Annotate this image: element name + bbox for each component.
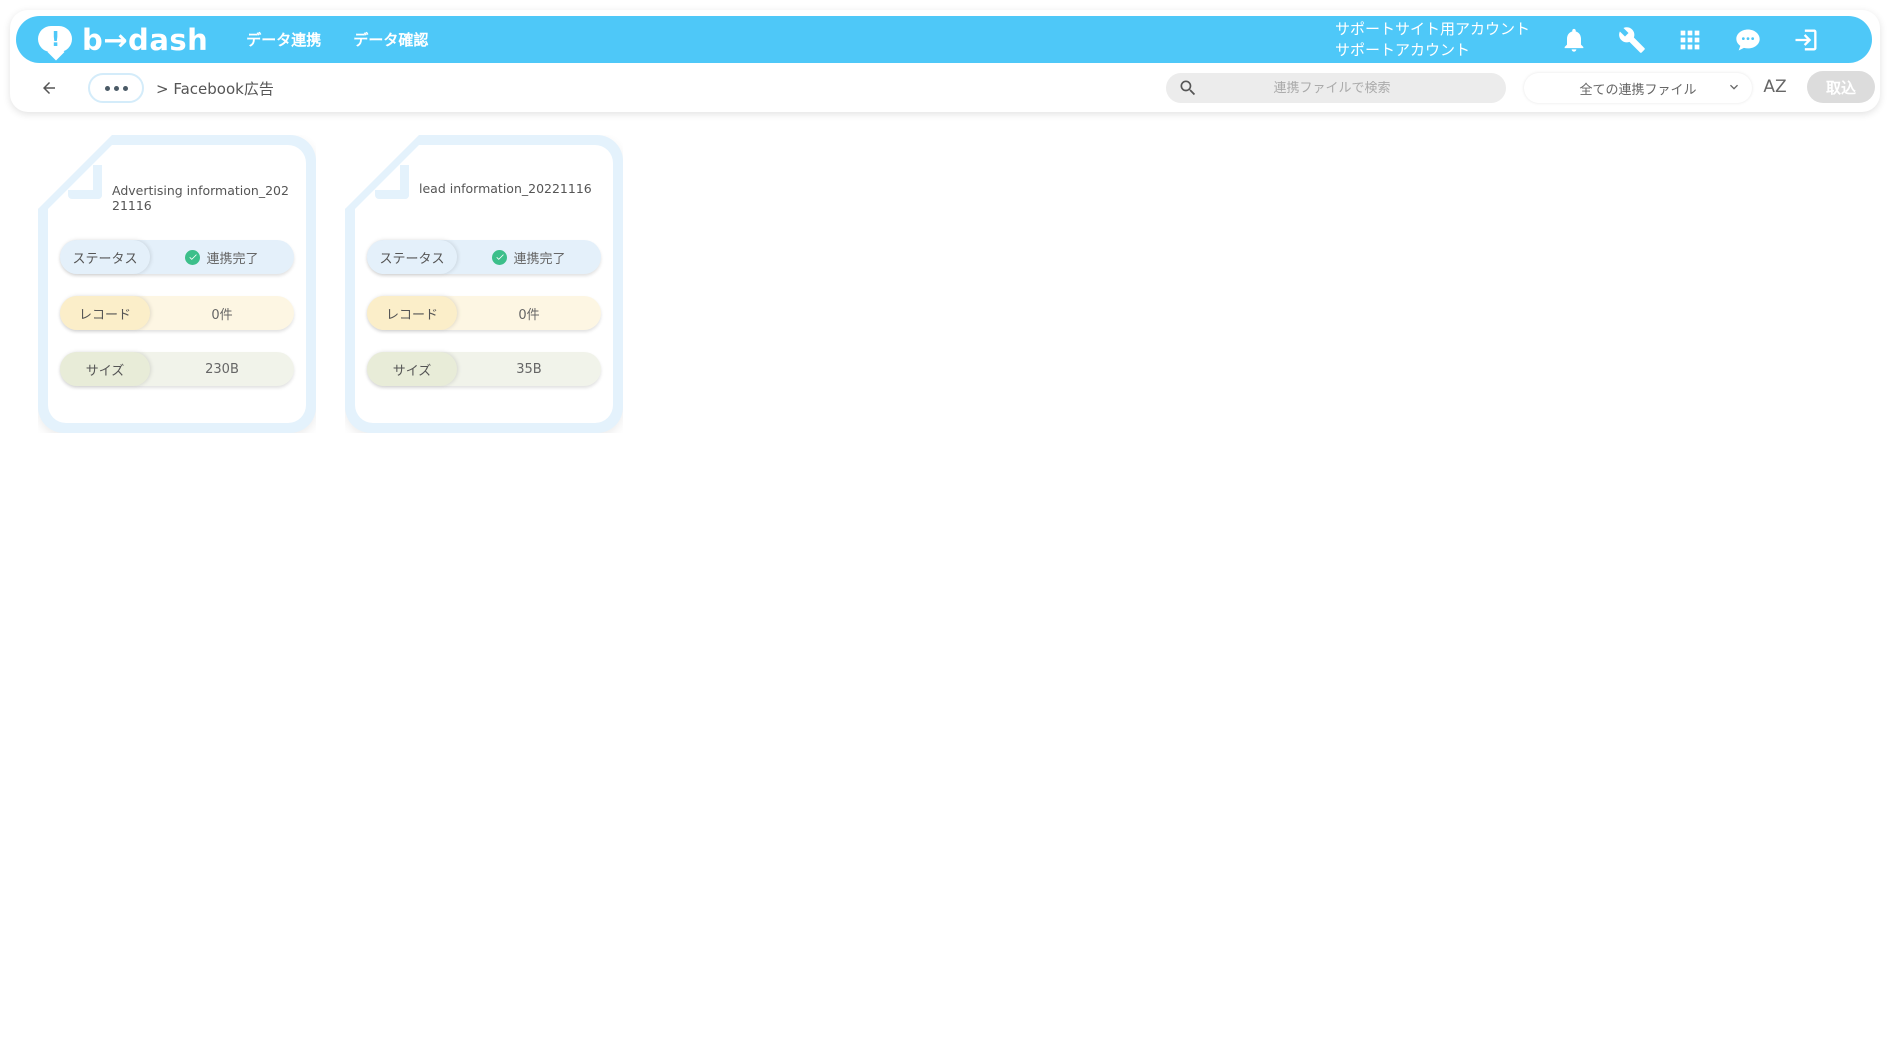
import-button-label: 取込: [1825, 78, 1856, 97]
nav-data-integration[interactable]: データ連携: [246, 29, 321, 50]
record-label: レコード: [60, 296, 150, 330]
search-input[interactable]: [1198, 80, 1466, 96]
check-circle-icon: [185, 249, 201, 265]
status-label: ステータス: [60, 240, 150, 274]
search-icon: [1180, 80, 1196, 96]
account-role: サポートアカウント: [1334, 40, 1470, 59]
file-filter-value: 全ての連携ファイル: [1579, 82, 1697, 98]
account-info[interactable]: サポートサイト用アカウント サポートアカウント: [1335, 19, 1530, 61]
size-row: サイズ 230B: [60, 352, 294, 386]
size-label: サイズ: [60, 352, 150, 386]
file-corner-icon: [68, 165, 102, 199]
size-value: 35B: [516, 361, 542, 377]
sort-az-label: AZ: [1763, 77, 1787, 97]
logo-text: b→dash: [82, 22, 209, 57]
file-filter-select[interactable]: 全ての連携ファイル: [1524, 73, 1752, 103]
nav-data-check[interactable]: データ確認: [353, 29, 428, 50]
logout-icon[interactable]: [1790, 24, 1822, 56]
status-label: ステータス: [367, 240, 457, 274]
size-value: 230B: [205, 361, 239, 377]
main-nav: データ連携 データ確認: [246, 29, 428, 50]
status-value: 連携完了: [206, 251, 259, 267]
sub-toolbar: > Facebook広告 全ての連携ファイル AZ 取込: [16, 70, 1875, 106]
search-box: [1166, 73, 1506, 103]
wrench-icon[interactable]: [1616, 24, 1648, 56]
status-value: 連携完了: [513, 251, 566, 267]
back-arrow-icon[interactable]: [34, 73, 64, 103]
status-row: ステータス 連携完了: [367, 240, 601, 274]
file-card[interactable]: lead information_20221116: [345, 135, 623, 433]
logo[interactable]: ! b→dash: [36, 22, 209, 60]
size-label: サイズ: [367, 352, 457, 386]
logo-bubble-icon: !: [36, 22, 76, 60]
apps-grid-icon[interactable]: [1674, 24, 1706, 56]
status-row: ステータス 連携完了: [60, 240, 294, 274]
record-value: 0件: [518, 307, 540, 323]
breadcrumb-more-button[interactable]: [88, 73, 144, 103]
bell-icon[interactable]: [1558, 24, 1590, 56]
chevron-down-icon: [1730, 84, 1738, 90]
record-value: 0件: [211, 307, 233, 323]
record-row: レコード 0件: [60, 296, 294, 330]
file-card[interactable]: Advertising information_20221116: [38, 135, 316, 433]
breadcrumb: > Facebook広告: [156, 79, 274, 98]
size-row: サイズ 35B: [367, 352, 601, 386]
record-label: レコード: [367, 296, 457, 330]
file-card-title: Advertising information_20221116: [112, 183, 289, 213]
record-row: レコード 0件: [367, 296, 601, 330]
check-circle-icon: [492, 249, 508, 265]
file-card-title: lead information_20221116: [419, 181, 592, 196]
file-corner-icon: [375, 165, 409, 199]
top-navbar: ! b→dash データ連携 データ確認 サポートサイト用アカウント サポートア…: [16, 16, 1872, 63]
sort-az-button[interactable]: AZ: [1760, 72, 1790, 102]
account-name: サポートサイト用アカウント: [1334, 19, 1530, 38]
import-button[interactable]: 取込: [1807, 71, 1875, 103]
support-chat-icon[interactable]: [1732, 24, 1764, 56]
